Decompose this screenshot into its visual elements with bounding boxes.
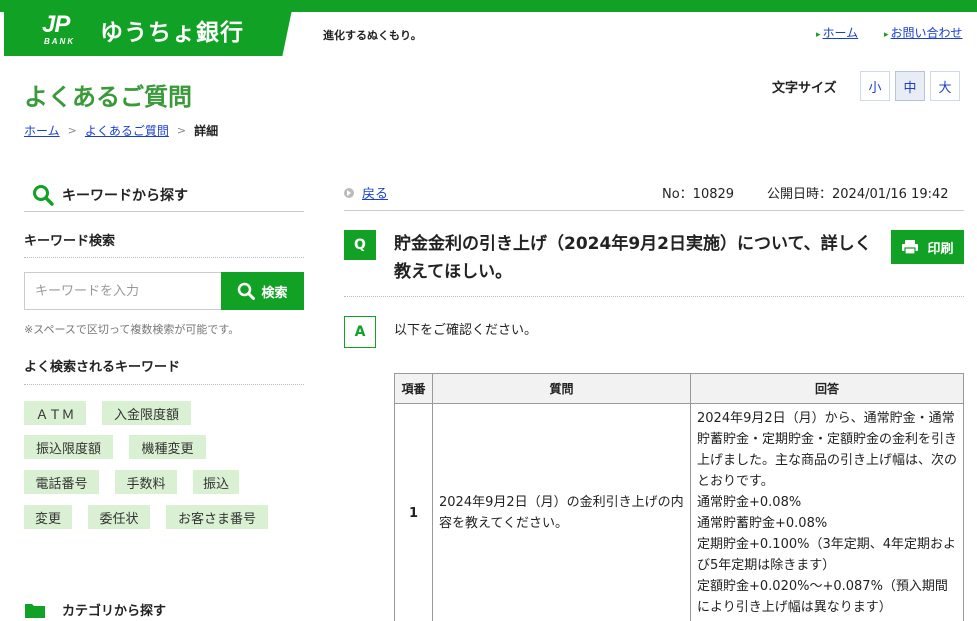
column-header: 回答	[690, 373, 964, 404]
table-row: 1 2024年9月2日（月）の金利引き上げの内容を教えてください。 2024年9…	[394, 403, 964, 621]
answer-intro: 以下をご確認ください。	[394, 323, 538, 338]
published-date: 公開日時：2024/01/16 19:42	[767, 187, 949, 202]
search-button[interactable]: 検索	[221, 272, 304, 310]
page-title: よくあるご質問	[24, 83, 192, 111]
question-badge: Q	[344, 230, 376, 260]
logo-bank-text: BANK	[44, 37, 76, 46]
frequent-keywords-heading: よく検索されるキーワード	[24, 360, 181, 375]
search-button-label: 検索	[261, 284, 288, 300]
keyword-tag[interactable]: 電話番号	[24, 470, 99, 494]
keyword-tag[interactable]: 入金限度額	[102, 401, 191, 425]
category-heading-text: カテゴリから探す	[62, 604, 167, 619]
arrow-right-icon	[344, 187, 354, 198]
font-size-medium-button[interactable]: 中	[895, 71, 925, 101]
search-icon	[33, 184, 54, 206]
column-header: 質問	[432, 373, 691, 404]
row-question: 2024年9月2日（月）の金利引き上げの内容を教えてください。	[432, 403, 691, 621]
keyword-tag[interactable]: 手数料	[115, 470, 177, 494]
row-number: 1	[394, 403, 433, 621]
breadcrumb: ホーム > よくあるご質問 > 詳細	[24, 122, 218, 139]
category-heading: カテゴリから探す	[24, 600, 166, 619]
tagline: 進化するぬくもり。	[323, 29, 422, 42]
answer-badge: A	[344, 316, 376, 348]
column-header: 項番	[394, 373, 433, 404]
font-size-large-button[interactable]: 大	[930, 71, 960, 101]
bank-name: ゆうちょ銀行	[100, 20, 244, 46]
divider	[344, 296, 964, 297]
keyword-search-label: キーワード検索	[24, 234, 116, 249]
print-button[interactable]: 印刷	[891, 230, 964, 264]
printer-icon	[902, 240, 919, 255]
question-title: 貯金金利の引き上げ（2024年9月2日実施）について、詳しく教えてほしい。	[394, 234, 872, 282]
search-input[interactable]	[24, 272, 221, 310]
search-note: ※スペースで区切って複数検索が可能です。	[24, 323, 240, 336]
table-header-row: 項番 質問 回答	[394, 373, 964, 404]
answer-line: 定期貯金+0.100%（3年定期、4年定期および5年定期は除きます）	[697, 537, 957, 573]
keyword-tag[interactable]: 振込限度額	[24, 435, 113, 459]
font-size-small-button[interactable]: 小	[860, 71, 890, 101]
jp-logo-mark: JP	[42, 11, 70, 38]
faq-number: No：10829	[662, 187, 735, 202]
keyword-tag[interactable]: 変更	[24, 505, 72, 529]
keyword-tag[interactable]: 振込	[193, 470, 239, 494]
breadcrumb-home[interactable]: ホーム	[24, 122, 60, 139]
answer-line: 通常貯蓄貯金+0.08%	[697, 516, 828, 531]
home-link[interactable]: ホーム	[816, 24, 859, 41]
back-link[interactable]: 戻る	[344, 183, 388, 202]
chevron-right-icon: >	[176, 124, 187, 137]
faq-table: 項番 質問 回答 1 2024年9月2日（月）の金利引き上げの内容を教えてくださ…	[394, 373, 964, 621]
divider	[344, 210, 964, 211]
answer-line: 2024年9月2日（月）から、通常貯金・通常貯蓄貯金・定期貯金・定額貯金の金利を…	[697, 411, 958, 489]
breadcrumb-current: 詳細	[194, 124, 219, 138]
chevron-right-icon: >	[67, 124, 77, 137]
keyword-tag[interactable]: 委任状	[88, 505, 150, 529]
answer-line: 通常貯金+0.08%	[697, 495, 802, 510]
keyword-search-heading-text: キーワードから探す	[62, 187, 188, 204]
font-size-label: 文字サイズ	[772, 81, 837, 96]
logo[interactable]: JP BANK ゆうちょ銀行	[4, 0, 294, 56]
keyword-tag[interactable]: 機種変更	[129, 435, 206, 459]
back-link-text[interactable]: 戻る	[362, 183, 388, 202]
breadcrumb-faq[interactable]: よくあるご質問	[85, 122, 169, 139]
folder-icon	[25, 603, 45, 618]
answer-line: 定額貯金+0.020%～+0.087%（預入期間により引き上げ幅は異なります）	[697, 579, 948, 615]
keyword-tag[interactable]: ＡＴＭ	[24, 401, 86, 425]
keyword-tag[interactable]: お客さま番号	[166, 505, 268, 529]
contact-link[interactable]: お問い合わせ	[884, 24, 963, 41]
keyword-search-heading: キーワードから探す	[24, 178, 304, 212]
row-answer: 2024年9月2日（月）から、通常貯金・通常貯蓄貯金・定期貯金・定額貯金の金利を…	[690, 403, 964, 621]
search-icon	[238, 282, 256, 300]
divider	[24, 257, 304, 258]
divider	[24, 384, 304, 385]
print-button-label: 印刷	[927, 240, 954, 256]
